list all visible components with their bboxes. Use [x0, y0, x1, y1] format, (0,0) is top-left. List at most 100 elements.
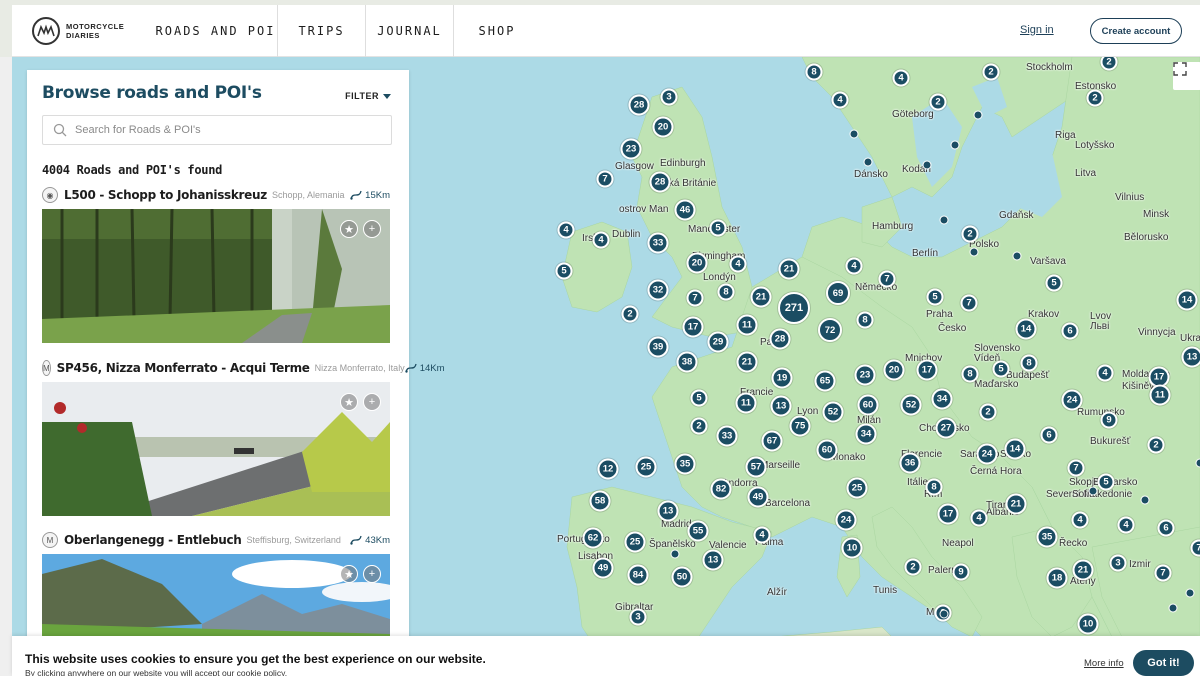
road-card[interactable]: ◉ L500 - Schopp to Johanisskreuz Schopp,…	[42, 186, 390, 343]
map-cluster-marker[interactable]: 4	[892, 69, 910, 87]
map-cluster-marker[interactable]: 8	[1020, 354, 1038, 372]
map-cluster-marker[interactable]: 7	[686, 289, 704, 307]
map-cluster-marker[interactable]: 24	[976, 443, 998, 465]
map-poi-dot[interactable]	[939, 609, 949, 619]
map-cluster-marker[interactable]: 7	[596, 170, 614, 188]
map-cluster-marker[interactable]: 21	[750, 286, 772, 308]
map-cluster-marker[interactable]: 13	[702, 549, 724, 571]
filter-dropdown[interactable]: FILTER	[345, 91, 391, 101]
map-cluster-marker[interactable]: 2	[961, 225, 979, 243]
nav-shop[interactable]: SHOP	[454, 5, 540, 57]
map-cluster-marker[interactable]: 57	[745, 456, 767, 478]
map-cluster-marker[interactable]: 10	[1077, 613, 1099, 635]
map-cluster-marker[interactable]: 4	[1117, 516, 1135, 534]
more-info-link[interactable]: More info	[1084, 658, 1124, 669]
map-cluster-marker[interactable]: 67	[761, 430, 783, 452]
map-cluster-marker[interactable]: 20	[883, 359, 905, 381]
map-cluster-marker[interactable]: 5	[1045, 274, 1063, 292]
map-cluster-marker[interactable]: 13	[1181, 346, 1200, 368]
map-cluster-marker[interactable]: 7	[1067, 459, 1085, 477]
map-cluster-marker[interactable]: 34	[855, 423, 877, 445]
map-poi-dot[interactable]	[973, 110, 983, 120]
map-poi-dot[interactable]	[670, 549, 680, 559]
map-cluster-marker[interactable]: 8	[856, 311, 874, 329]
map-cluster-marker[interactable]: 7	[960, 294, 978, 312]
map-cluster-marker[interactable]: 6	[1040, 426, 1058, 444]
map-cluster-marker[interactable]: 21	[736, 351, 758, 373]
favorite-star-button[interactable]: ★	[340, 220, 358, 238]
map-cluster-marker[interactable]: 9	[952, 563, 970, 581]
map-cluster-marker[interactable]: 9	[1100, 411, 1118, 429]
map-cluster-marker[interactable]: 82	[710, 478, 732, 500]
map-cluster-marker[interactable]: 17	[916, 359, 938, 381]
map-cluster-marker[interactable]: 14	[1004, 438, 1026, 460]
got-it-button[interactable]: Got it!	[1133, 650, 1194, 676]
add-to-trip-button[interactable]: +	[363, 220, 381, 238]
map-cluster-marker[interactable]: 11	[735, 392, 757, 414]
nav-journal[interactable]: JOURNAL	[366, 4, 454, 57]
search-box[interactable]	[42, 115, 392, 145]
map-cluster-marker[interactable]: 35	[1036, 526, 1058, 548]
map-cluster-marker[interactable]: 32	[647, 279, 669, 301]
road-photo[interactable]: ★ +	[42, 209, 390, 343]
map-cluster-marker[interactable]: 65	[814, 370, 836, 392]
map-cluster-marker[interactable]: 49	[592, 557, 614, 579]
map-cluster-marker[interactable]: 5	[992, 360, 1010, 378]
map-cluster-marker[interactable]: 33	[716, 425, 738, 447]
map-cluster-marker[interactable]: 14	[1015, 318, 1037, 340]
map-cluster-marker[interactable]: 23	[854, 364, 876, 386]
map-poi-dot[interactable]	[863, 157, 873, 167]
map-cluster-marker[interactable]: 4	[753, 526, 771, 544]
map-cluster-marker[interactable]: 4	[970, 509, 988, 527]
map-cluster-marker[interactable]: 5	[555, 262, 573, 280]
map-cluster-marker[interactable]: 13	[770, 395, 792, 417]
map-cluster-marker[interactable]: 8	[925, 478, 943, 496]
road-title[interactable]: SP456, Nizza Monferrato - Acqui Terme	[57, 361, 310, 375]
map-poi-dot[interactable]	[922, 160, 932, 170]
map-cluster-marker[interactable]: 58	[589, 490, 611, 512]
map-cluster-marker[interactable]: 5	[926, 288, 944, 306]
logo[interactable]: MOTORCYCLE DIARIES	[32, 16, 154, 45]
map-cluster-marker[interactable]: 5	[690, 389, 708, 407]
map-cluster-marker[interactable]: 25	[846, 477, 868, 499]
map-cluster-marker[interactable]: 35	[674, 453, 696, 475]
map-cluster-marker[interactable]: 4	[557, 221, 575, 239]
map-cluster-marker[interactable]: 84	[627, 564, 649, 586]
map-poi-dot[interactable]	[849, 129, 859, 139]
fullscreen-button[interactable]	[1173, 62, 1200, 90]
map-cluster-marker[interactable]: 12	[597, 458, 619, 480]
map-poi-dot[interactable]	[1168, 603, 1178, 613]
road-title[interactable]: L500 - Schopp to Johanisskreuz	[64, 188, 267, 202]
map-cluster-marker[interactable]: 4	[1096, 364, 1114, 382]
map-cluster-marker[interactable]: 2	[621, 305, 639, 323]
map-cluster-marker[interactable]: 52	[900, 394, 922, 416]
map-cluster-marker[interactable]: 39	[647, 336, 669, 358]
map-cluster-marker[interactable]: 5	[1097, 473, 1115, 491]
map-poi-dot[interactable]	[1195, 458, 1200, 468]
map-poi-dot[interactable]	[950, 140, 960, 150]
map-cluster-marker[interactable]: 55	[687, 520, 709, 542]
map-cluster-marker[interactable]: 3	[629, 608, 647, 626]
map-cluster-marker[interactable]: 10	[841, 537, 863, 559]
map-cluster-marker[interactable]: 4	[592, 231, 610, 249]
map-cluster-marker[interactable]: 2	[690, 417, 708, 435]
add-to-trip-button[interactable]: +	[363, 565, 381, 583]
favorite-star-button[interactable]: ★	[340, 393, 358, 411]
map-cluster-marker[interactable]: 13	[657, 500, 679, 522]
map-cluster-marker[interactable]: 2	[982, 63, 1000, 81]
map-cluster-marker[interactable]: 3	[660, 88, 678, 106]
map-cluster-marker[interactable]: 28	[769, 328, 791, 350]
map-cluster-marker[interactable]: 7	[1154, 564, 1172, 582]
map-cluster-marker[interactable]: 25	[624, 531, 646, 553]
map-poi-dot[interactable]	[1140, 495, 1150, 505]
map-cluster-marker[interactable]: 29	[707, 331, 729, 353]
map-cluster-marker[interactable]: 21	[778, 258, 800, 280]
sign-in-link[interactable]: Sign in	[1020, 24, 1054, 36]
map-cluster-marker[interactable]: 17	[682, 316, 704, 338]
create-account-button[interactable]: Create account	[1090, 18, 1182, 44]
map-cluster-marker[interactable]: 4	[729, 255, 747, 273]
road-title[interactable]: Oberlangenegg - Entlebuch	[64, 533, 242, 547]
map-cluster-marker[interactable]: 21	[1072, 559, 1094, 581]
map-cluster-marker[interactable]: 2	[904, 558, 922, 576]
map-cluster-marker[interactable]: 7	[878, 270, 896, 288]
